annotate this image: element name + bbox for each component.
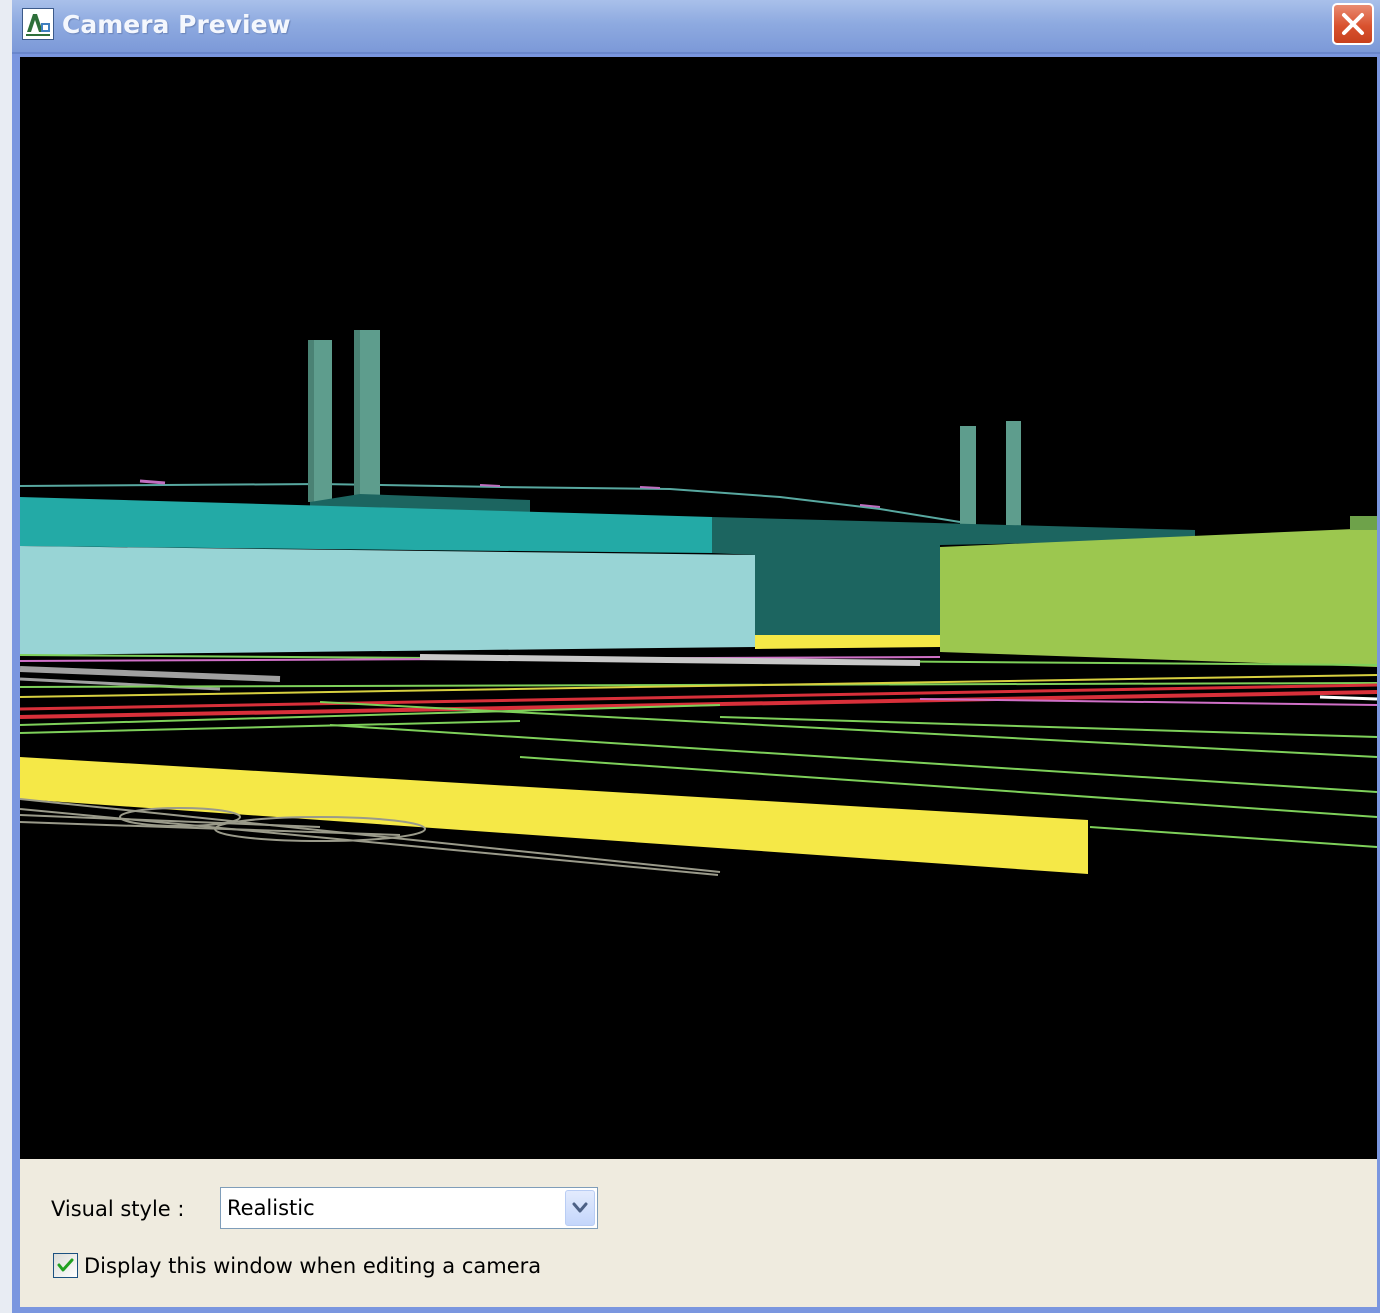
display-window-checkbox-label: Display this window when editing a camer…: [84, 1254, 542, 1278]
app-icon: [22, 8, 54, 40]
visual-style-dropdown[interactable]: Realistic: [220, 1187, 598, 1229]
checkmark-icon: [57, 1258, 74, 1272]
desktop-background: [0, 0, 12, 1313]
scene-render: [20, 57, 1377, 1159]
camera-preview-viewport[interactable]: [20, 57, 1377, 1159]
visual-style-value: Realistic: [227, 1196, 315, 1220]
light-cyan-block: [20, 546, 755, 655]
close-icon: [1342, 13, 1364, 35]
camera-preview-window: Camera Preview Visual style: Realistic …: [12, 0, 1380, 1313]
green-block: [940, 528, 1377, 667]
window-title: Camera Preview: [62, 10, 291, 39]
close-button[interactable]: [1332, 3, 1374, 45]
controls-panel: Visual style : Realistic Display this wi…: [20, 1159, 1377, 1307]
dropdown-button[interactable]: [565, 1190, 595, 1226]
chevron-down-icon: [572, 1202, 588, 1213]
title-bar[interactable]: Camera Preview: [12, 0, 1380, 54]
display-window-checkbox[interactable]: [53, 1253, 78, 1278]
visual-style-label: Visual style :: [51, 1197, 185, 1221]
